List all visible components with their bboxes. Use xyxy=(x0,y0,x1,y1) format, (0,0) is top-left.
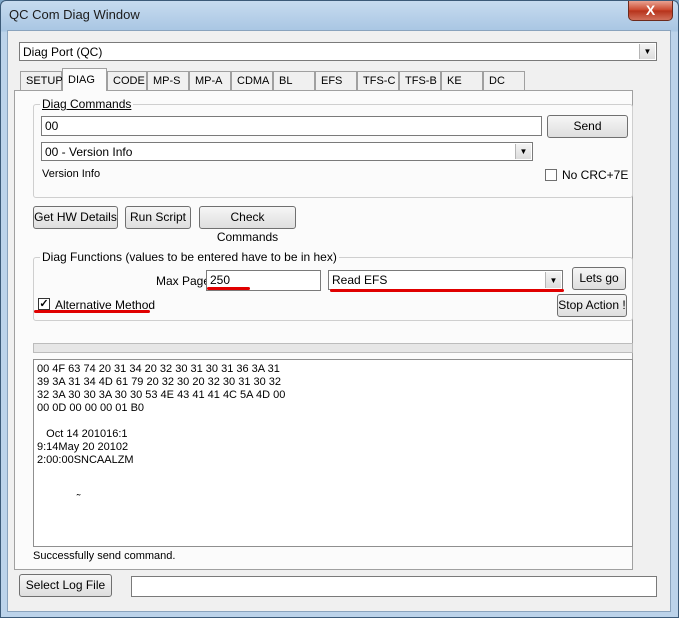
tab-efs[interactable]: EFS xyxy=(315,71,357,90)
tab-code[interactable]: CODE xyxy=(107,71,147,90)
tab-tfs-c[interactable]: TFS-C xyxy=(357,71,399,90)
command-select[interactable]: 00 - Version Info ▼ xyxy=(41,142,533,161)
annotation-underline xyxy=(34,310,150,313)
chevron-down-icon[interactable]: ▼ xyxy=(639,44,655,59)
chevron-down-icon[interactable]: ▼ xyxy=(545,272,561,288)
log-text: 00 4F 63 74 20 31 34 20 32 30 31 30 31 3… xyxy=(37,363,286,505)
select-log-file-button[interactable]: Select Log File xyxy=(19,574,112,597)
tab-mp-s[interactable]: MP-S xyxy=(147,71,189,90)
tab-cdma[interactable]: CDMA xyxy=(231,71,273,90)
lets-go-button[interactable]: Lets go xyxy=(572,267,626,290)
check-icon: ✓ xyxy=(39,298,49,310)
diag-commands-legend: Diag Commands xyxy=(40,97,134,111)
tab-diag[interactable]: DIAG xyxy=(62,68,107,91)
function-select[interactable]: Read EFS ▼ xyxy=(328,270,563,290)
port-select[interactable]: Diag Port (QC) ▼ xyxy=(19,42,657,61)
progress-bar xyxy=(33,343,633,353)
command-description: Version Info xyxy=(42,168,101,180)
tab-dc[interactable]: DC xyxy=(483,71,525,90)
window-title: QC Com Diag Window xyxy=(9,7,140,22)
command-input[interactable]: 00 xyxy=(41,116,542,136)
chevron-down-icon[interactable]: ▼ xyxy=(515,144,531,159)
no-crc-label: No CRC+7E xyxy=(562,168,629,182)
tab-tfs-b[interactable]: TFS-B xyxy=(399,71,441,90)
close-button[interactable]: X xyxy=(628,1,673,21)
close-icon: X xyxy=(645,2,656,18)
tab-mp-a[interactable]: MP-A xyxy=(189,71,231,90)
alt-method-checkbox[interactable]: ✓ xyxy=(38,298,50,310)
check-commands-button[interactable]: Check Commands xyxy=(199,206,296,244)
status-text: Successfully send command. xyxy=(33,550,176,562)
tab-setup[interactable]: SETUP xyxy=(20,71,63,90)
annotation-underline xyxy=(330,289,564,292)
annotation-underline xyxy=(207,287,250,290)
stop-action-button[interactable]: Stop Action ! xyxy=(557,294,627,317)
get-hw-details-button[interactable]: Get HW Details xyxy=(33,206,118,229)
command-input-value: 00 xyxy=(45,119,59,133)
diag-functions-legend: Diag Functions (values to be entered hav… xyxy=(40,250,339,264)
command-select-value: 00 - Version Info xyxy=(45,145,133,159)
send-button[interactable]: Send xyxy=(547,115,628,138)
tab-ke[interactable]: KE xyxy=(441,71,483,90)
no-crc-checkbox[interactable] xyxy=(545,169,557,181)
max-page-value: 250 xyxy=(210,273,231,287)
function-select-value: Read EFS xyxy=(332,273,388,287)
log-file-path-input[interactable] xyxy=(131,576,657,597)
log-output[interactable]: 00 4F 63 74 20 31 34 20 32 30 31 30 31 3… xyxy=(33,359,633,547)
max-page-label: Max Page xyxy=(156,274,211,288)
run-script-button[interactable]: Run Script xyxy=(125,206,191,229)
port-select-value: Diag Port (QC) xyxy=(23,45,103,59)
tab-bl[interactable]: BL xyxy=(273,71,315,90)
